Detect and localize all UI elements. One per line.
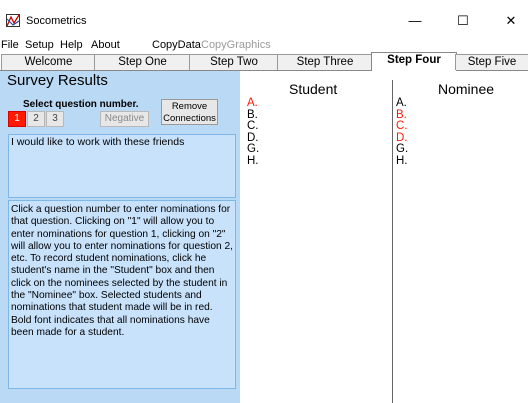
nominee-item[interactable]: A. xyxy=(396,97,408,110)
section-title: Survey Results xyxy=(7,72,108,89)
menu-copydata[interactable]: CopyData xyxy=(152,38,201,52)
maximize-button[interactable]: ☐ xyxy=(441,9,485,33)
nominee-item[interactable]: C. xyxy=(396,120,408,133)
student-header: Student xyxy=(289,81,338,97)
select-question-label: Select question number. xyxy=(23,99,139,110)
student-list: A. B. C. D. G. H. xyxy=(247,97,259,168)
nominee-header: Nominee xyxy=(438,81,495,97)
nominee-item[interactable]: H. xyxy=(396,155,408,168)
tab-step-four[interactable]: Step Four xyxy=(371,52,457,71)
minimize-button[interactable]: — xyxy=(393,9,437,33)
nominee-item[interactable]: G. xyxy=(396,143,408,156)
student-item[interactable]: C. xyxy=(247,120,259,133)
tab-step-one[interactable]: Step One xyxy=(94,54,191,70)
student-item[interactable]: H. xyxy=(247,155,259,168)
student-panel: Student A. B. C. D. G. H. xyxy=(241,80,392,403)
menu-help[interactable]: Help xyxy=(60,38,83,52)
question-3-button[interactable]: 3 xyxy=(46,111,64,127)
survey-results-panel: Survey Results Select question number. 1… xyxy=(0,71,240,403)
tab-welcome[interactable]: Welcome xyxy=(1,54,96,70)
remove-connections-button[interactable]: Remove Connections xyxy=(161,99,218,125)
question-1-button[interactable]: 1 xyxy=(8,111,26,127)
menu-file[interactable]: File xyxy=(1,38,19,52)
menu-setup[interactable]: Setup xyxy=(25,38,54,52)
remove-label-line1: Remove xyxy=(171,101,208,112)
tab-step-five[interactable]: Step Five xyxy=(455,54,528,70)
student-item[interactable]: A. xyxy=(247,97,259,110)
nominee-panel: Nominee A. B. C. D. G. H. xyxy=(393,80,528,403)
tab-bar: Welcome Step One Step Two Step Three Ste… xyxy=(0,52,528,71)
window-title: Socometrics xyxy=(26,15,87,27)
question-2-button[interactable]: 2 xyxy=(27,111,45,127)
app-icon xyxy=(6,14,20,27)
title-bar: Socometrics — ☐ ✕ xyxy=(0,0,528,38)
menu-bar: File Setup Help About CopyData CopyGraph… xyxy=(0,38,528,52)
menu-copygraphics[interactable]: CopyGraphics xyxy=(201,38,271,52)
remove-label-line2: Connections xyxy=(163,113,216,124)
negative-button[interactable]: Negative xyxy=(100,111,149,127)
nominee-list: A. B. C. D. G. H. xyxy=(396,97,408,168)
tab-step-two[interactable]: Step Two xyxy=(189,54,279,70)
menu-about[interactable]: About xyxy=(91,38,120,52)
student-item[interactable]: G. xyxy=(247,143,259,156)
close-button[interactable]: ✕ xyxy=(489,9,528,33)
question-text-box: I would like to work with these friends xyxy=(8,134,236,198)
tab-step-three[interactable]: Step Three xyxy=(277,54,373,70)
help-text-box: Click a question number to enter nominat… xyxy=(8,200,236,389)
